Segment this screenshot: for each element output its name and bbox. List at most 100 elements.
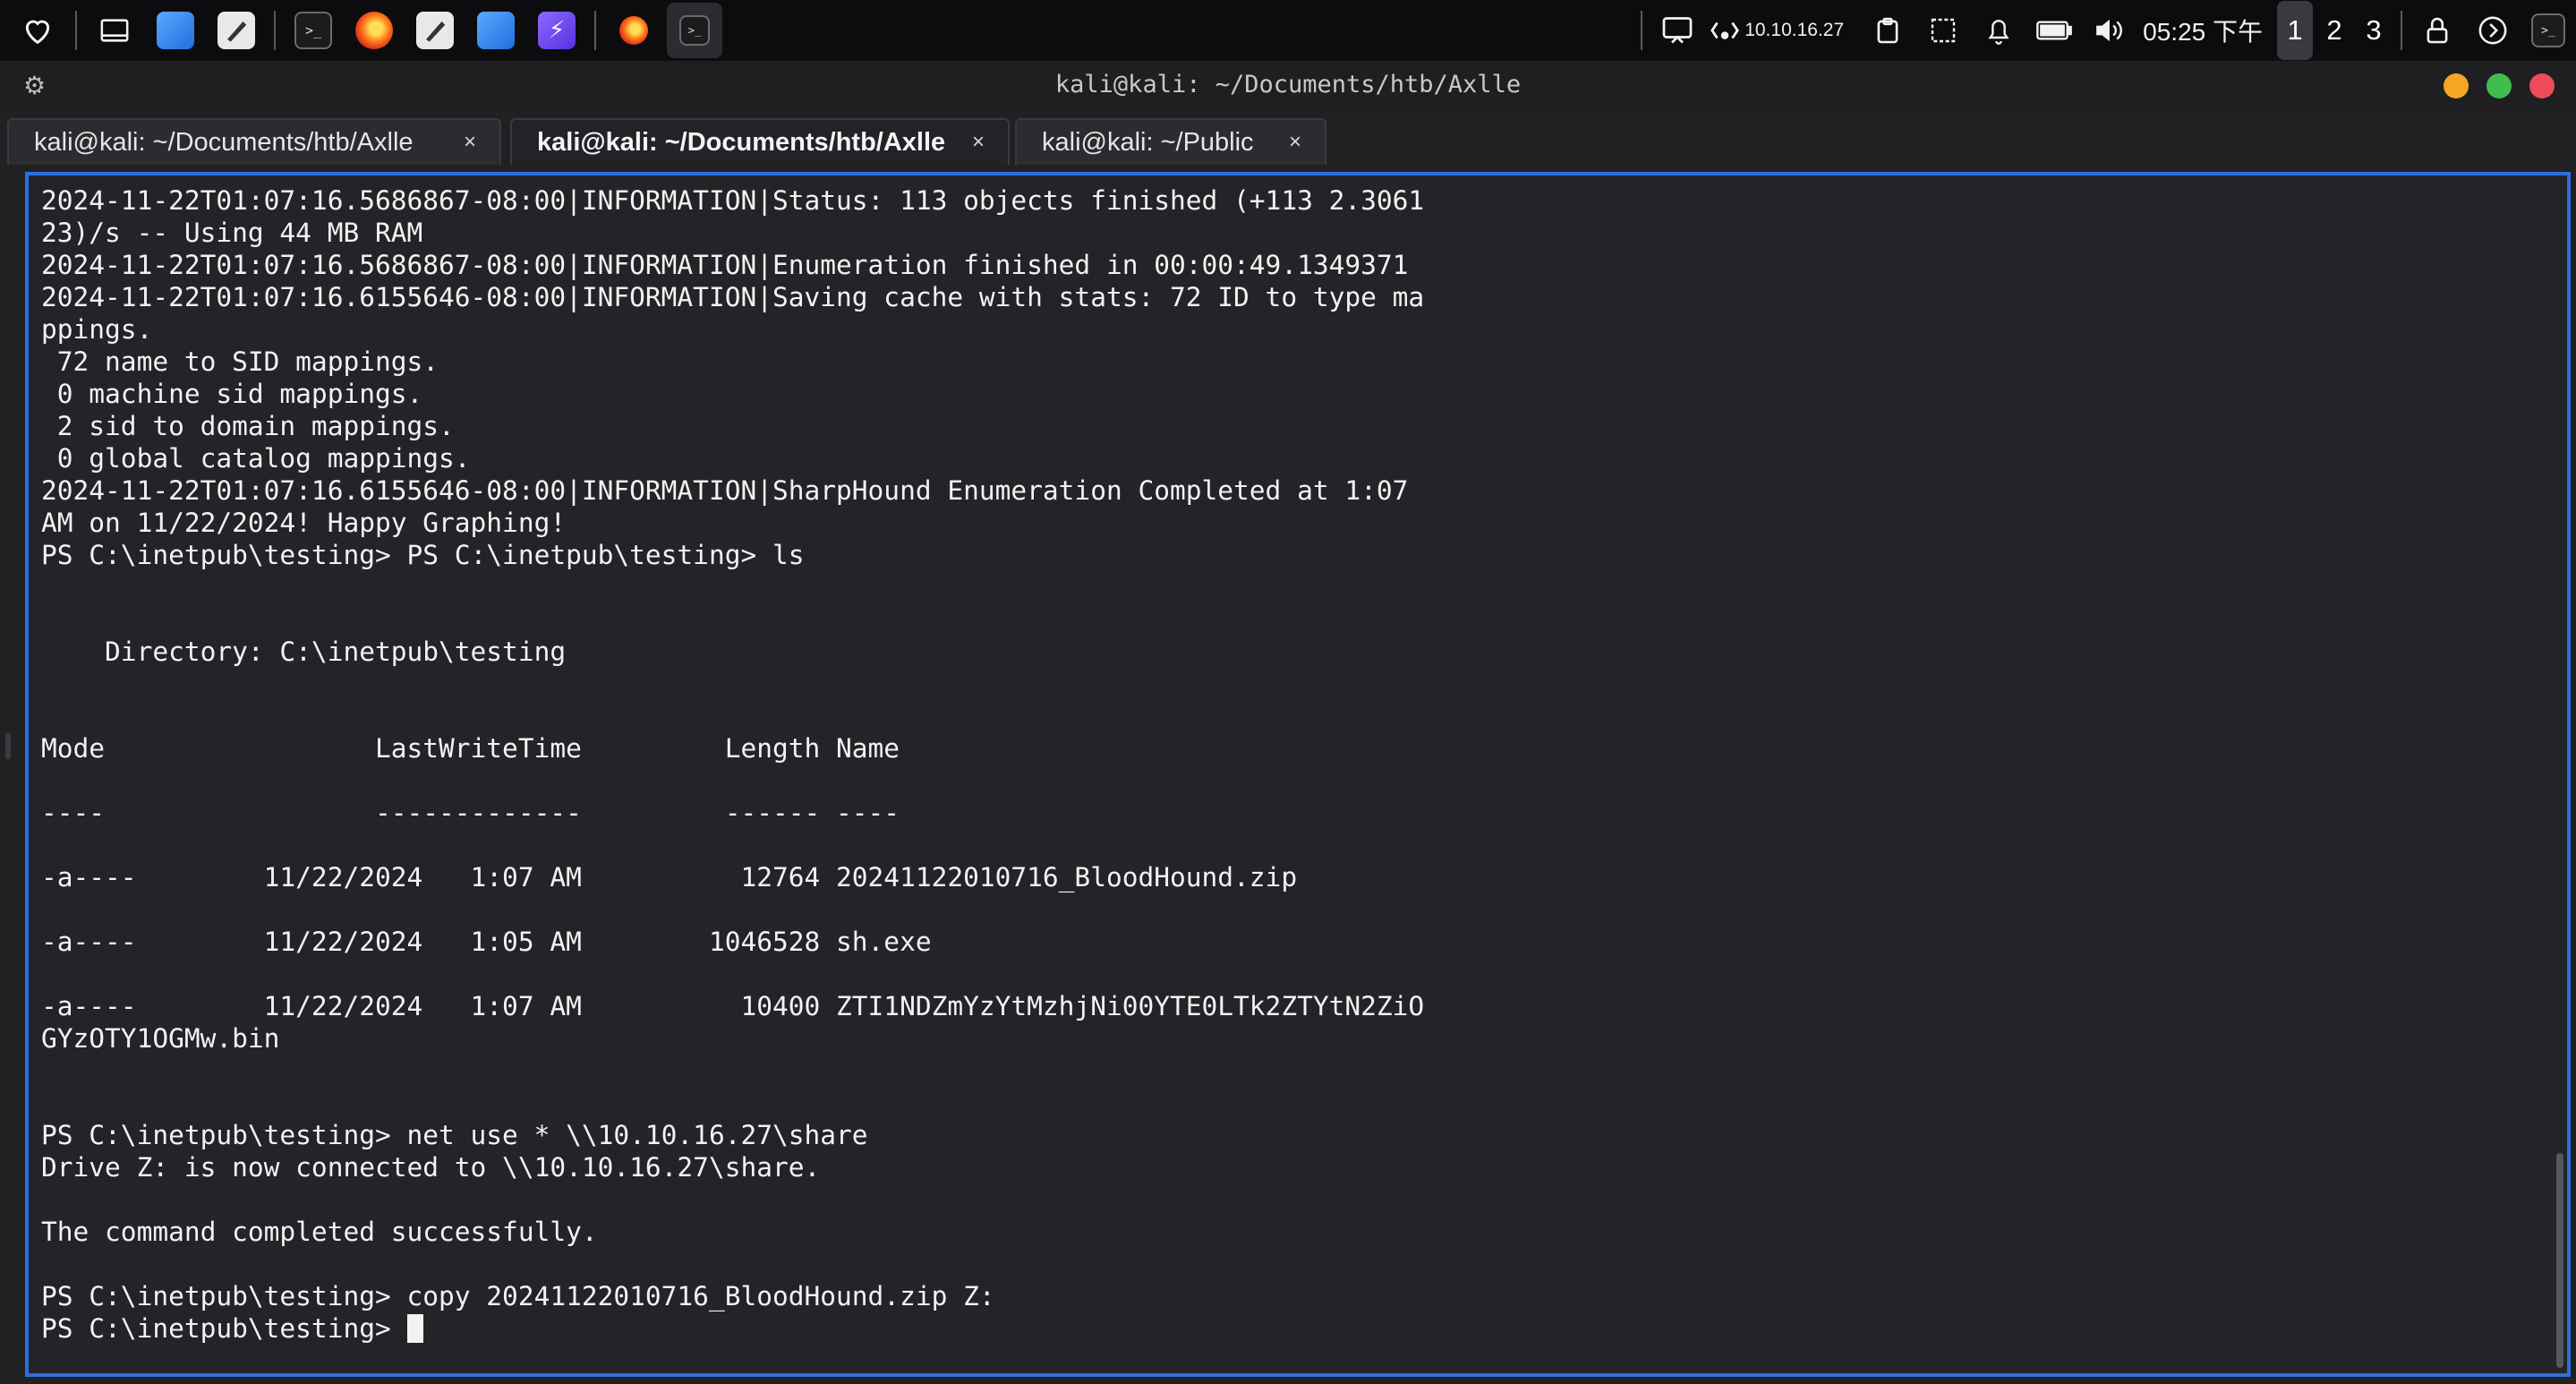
terminal-line: 0 global catalog mappings. — [41, 443, 471, 474]
taskbar-separator — [274, 11, 276, 50]
terminal-line: -a---- 11/22/2024 1:05 AM 1046528 sh.exe — [41, 927, 932, 957]
text-editor-icon[interactable] — [209, 3, 264, 58]
vpn-network-icon[interactable] — [1705, 3, 1744, 58]
workspace-2[interactable]: 2 — [2316, 1, 2352, 60]
terminal-line: ---- ------------- ------ ---- — [41, 798, 900, 828]
terminal-line: 23)/s -- Using 44 MB RAM — [41, 218, 423, 248]
terminal-line: -a---- 11/22/2024 1:07 AM 12764 20241122… — [41, 862, 1298, 893]
firefox-icon[interactable] — [346, 3, 402, 58]
terminal-window: ⚙ kali@kali: ~/Documents/htb/Axlle kali@… — [0, 61, 2576, 1384]
terminal-line: The command completed successfully. — [41, 1217, 598, 1247]
files-icon[interactable] — [468, 3, 524, 58]
window-title: kali@kali: ~/Documents/htb/Axlle — [1054, 71, 1522, 98]
lock-icon[interactable] — [2410, 3, 2465, 58]
show-desktop-icon[interactable] — [87, 3, 142, 58]
terminal-line: -a---- 11/22/2024 1:07 AM 10400 ZTI1NDZm… — [41, 991, 1425, 1021]
workspace-1[interactable]: 1 — [2277, 1, 2313, 60]
tab-label: kali@kali: ~/Public — [1042, 127, 1254, 157]
tab-axlle-2[interactable]: kali@kali: ~/Documents/htb/Axlle × — [510, 118, 1010, 165]
tab-close-icon[interactable]: × — [1289, 130, 1301, 155]
taskbar-launchers: >_ ⚡ >_ — [0, 0, 725, 61]
notifications-bell-icon[interactable] — [1971, 3, 2026, 58]
terminal-prompt: PS C:\inetpub\testing> — [41, 1313, 407, 1344]
burpsuite-icon-glyph: ⚡ — [538, 12, 576, 49]
terminal-line: PS C:\inetpub\testing> PS C:\inetpub\tes… — [41, 540, 805, 570]
minimize-button[interactable] — [2444, 73, 2469, 98]
taskbar-separator — [75, 11, 77, 50]
files-icon-glyph — [477, 12, 515, 49]
logout-arrow-icon[interactable] — [2465, 3, 2521, 58]
ip-address: 10.10.16.27 — [1744, 20, 1845, 40]
terminal-prompt-line: PS C:\inetpub\testing> — [41, 1312, 2521, 1345]
close-window-button[interactable] — [2529, 73, 2555, 98]
text-editor-icon-glyph — [218, 12, 255, 49]
terminal-line: 2024-11-22T01:07:16.5686867-08:00|INFORM… — [41, 250, 1409, 280]
terminal-line: Directory: C:\inetpub\testing — [41, 636, 567, 667]
tab-axlle-1[interactable]: kali@kali: ~/Documents/htb/Axlle × — [7, 118, 501, 165]
firefox-window-icon-glyph — [619, 16, 648, 45]
taskbar-separator — [594, 11, 596, 50]
tab-label: kali@kali: ~/Documents/htb/Axlle — [537, 127, 946, 157]
firefox-icon-glyph — [355, 12, 393, 49]
text-editor-icon-glyph — [416, 12, 454, 49]
terminal-cursor — [406, 1314, 423, 1343]
screenshot-icon[interactable] — [1915, 3, 1971, 58]
burpsuite-icon[interactable]: ⚡ — [529, 3, 584, 58]
files-icon-glyph — [157, 12, 194, 49]
clock[interactable]: 05:25 下午 — [2143, 13, 2263, 48]
tab-close-icon[interactable]: × — [464, 130, 476, 155]
terminal-line: Drive Z: is now connected to \\10.10.16.… — [41, 1152, 821, 1183]
firefox-window-icon[interactable] — [606, 3, 661, 58]
tray-separator — [2401, 11, 2402, 50]
favorites-icon[interactable] — [10, 3, 65, 58]
terminal-line: 2 sid to domain mappings. — [41, 411, 455, 441]
left-resize-handle[interactable] — [5, 732, 11, 759]
terminal-window-icon[interactable]: >_ — [667, 3, 722, 58]
terminal-icon-glyph: >_ — [294, 12, 332, 49]
terminal-line: Mode LastWriteTime Length Name — [41, 733, 900, 764]
workspace-3[interactable]: 3 — [2356, 1, 2392, 60]
terminal-line: 2024-11-22T01:07:16.5686867-08:00|INFORM… — [41, 185, 1425, 216]
files-icon[interactable] — [148, 3, 203, 58]
terminal-line: 72 name to SID mappings. — [41, 346, 439, 377]
maximize-button[interactable] — [2486, 73, 2512, 98]
terminal-line: 2024-11-22T01:07:16.6155646-08:00|INFORM… — [41, 475, 1409, 506]
terminal-line: AM on 11/22/2024! Happy Graphing! — [41, 508, 567, 538]
taskbar: >_ ⚡ >_ 10.10.16.27 05:25 下午 1 2 3 >_ — [0, 0, 2576, 61]
terminal-line: PS C:\inetpub\testing> copy 202411220107… — [41, 1281, 995, 1311]
tray-separator — [1641, 11, 1643, 50]
window-titlebar[interactable]: ⚙ kali@kali: ~/Documents/htb/Axlle — [0, 61, 2576, 111]
clipboard-icon[interactable] — [1860, 3, 1915, 58]
terminal-text: 2024-11-22T01:07:16.5686867-08:00|INFORM… — [41, 184, 2521, 1345]
text-editor-icon[interactable] — [407, 3, 463, 58]
tab-close-icon[interactable]: × — [972, 130, 985, 155]
screen-icon[interactable] — [1650, 3, 1705, 58]
terminal-icon[interactable]: >_ — [286, 3, 341, 58]
tab-public[interactable]: kali@kali: ~/Public × — [1015, 118, 1326, 165]
terminal-line: PS C:\inetpub\testing> net use * \\10.10… — [41, 1120, 868, 1150]
terminal-line: 0 machine sid mappings. — [41, 379, 423, 409]
terminal-launcher-icon-glyph: >_ — [2531, 13, 2565, 47]
terminal-launcher-icon[interactable]: >_ — [2521, 3, 2576, 58]
terminal-output[interactable]: 2024-11-22T01:07:16.5686867-08:00|INFORM… — [25, 172, 2571, 1377]
system-tray: 10.10.16.27 05:25 下午 1 2 3 >_ — [1633, 0, 2576, 61]
terminal-line: GYzOTY1OGMw.bin — [41, 1023, 280, 1054]
tab-label: kali@kali: ~/Documents/htb/Axlle — [34, 127, 414, 157]
battery-icon[interactable] — [2026, 3, 2082, 58]
volume-icon[interactable] — [2082, 3, 2137, 58]
terminal-line: ppings. — [41, 314, 153, 345]
terminal-window-icon-glyph: >_ — [679, 15, 710, 46]
terminal-scrollbar[interactable] — [2556, 1153, 2563, 1368]
terminal-line: 2024-11-22T01:07:16.6155646-08:00|INFORM… — [41, 282, 1425, 312]
